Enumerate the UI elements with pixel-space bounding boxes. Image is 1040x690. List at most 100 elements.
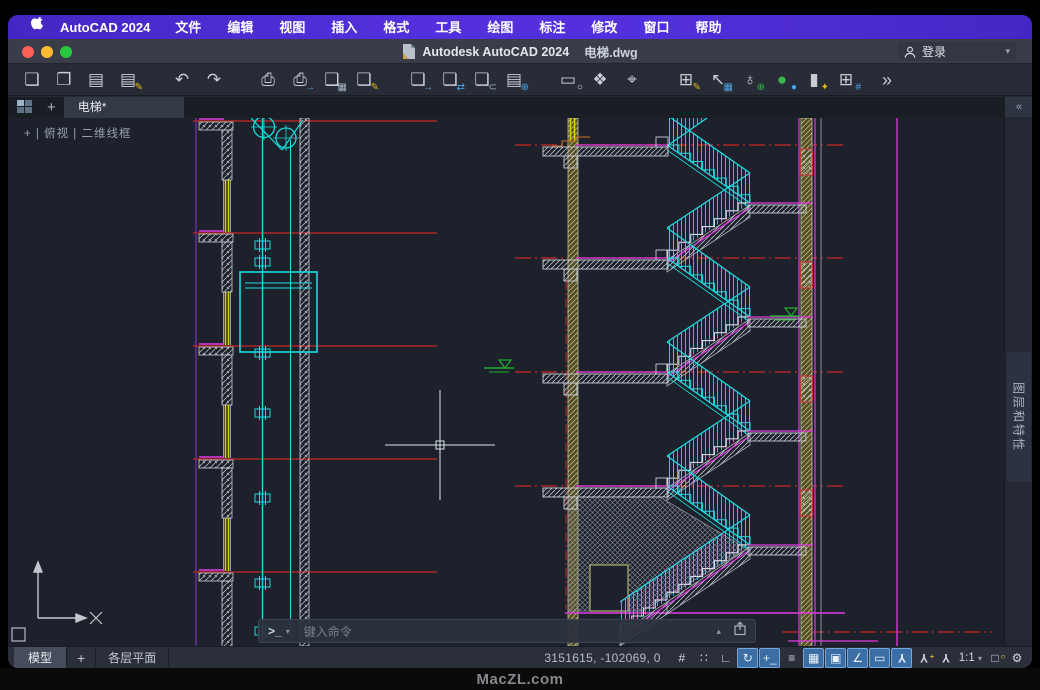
command-input-placeholder[interactable]: 键入命令 bbox=[304, 623, 352, 640]
ucs-icon bbox=[12, 562, 102, 641]
model-space-tab[interactable]: 模型 bbox=[14, 647, 66, 669]
apple-menu-icon[interactable] bbox=[22, 17, 52, 37]
command-line-bar[interactable]: >_ ▾ 键入命令 ▴ bbox=[258, 619, 756, 643]
menu-item-7[interactable]: 标注 bbox=[526, 20, 578, 35]
print-icon[interactable]: ⎙ bbox=[255, 68, 281, 92]
new-file-icon[interactable]: ❏ bbox=[19, 68, 45, 92]
pan-icon[interactable]: ❖ bbox=[587, 68, 613, 92]
redo-icon[interactable]: ↷ bbox=[201, 68, 227, 92]
tab-grid-icon[interactable] bbox=[17, 100, 33, 114]
menu-item-3[interactable]: 插入 bbox=[318, 20, 370, 35]
autocad-window: Autodesk AutoCAD 2024 电梯.dwg 登录 ▾ ❏❒▤▤✎ ↶… bbox=[8, 39, 1032, 668]
menu-item-4[interactable]: 格式 bbox=[370, 20, 422, 35]
window-title: Autodesk AutoCAD 2024 电梯.dwg bbox=[8, 39, 1032, 64]
watermark-text: MacZL.com bbox=[476, 671, 563, 688]
lineweight-button[interactable]: ≡ bbox=[781, 648, 802, 668]
save-as-accent: ✎ bbox=[135, 83, 143, 93]
login-button[interactable]: 登录 ▾ bbox=[898, 42, 1016, 61]
traction-pulley[interactable] bbox=[251, 118, 303, 151]
elevation-marker bbox=[484, 360, 514, 372]
menu-item-2[interactable]: 视图 bbox=[266, 20, 318, 35]
right-panel-strip: « 图层和特性 bbox=[1004, 97, 1032, 646]
title-bar[interactable]: Autodesk AutoCAD 2024 电梯.dwg 登录 ▾ bbox=[8, 39, 1032, 64]
left-elevator-section[interactable] bbox=[193, 118, 437, 646]
attach-icon[interactable]: ❏⊂ bbox=[469, 68, 495, 92]
edit-drawing-icon[interactable]: ❏✎ bbox=[351, 68, 377, 92]
batch-print-icon[interactable]: ⎙→ bbox=[287, 68, 313, 92]
export-icon[interactable]: ❏⇄ bbox=[437, 68, 463, 92]
undo-icon[interactable]: ↶ bbox=[169, 68, 195, 92]
dynamic-input-button[interactable]: +_ bbox=[759, 648, 780, 668]
object-snap-button[interactable]: ▭ bbox=[869, 648, 890, 668]
isolate-objects-button[interactable]: □○ bbox=[985, 648, 1006, 668]
menu-item-10[interactable]: 帮助 bbox=[682, 20, 734, 35]
import-accent: → bbox=[423, 83, 433, 93]
title-app-text: Autodesk AutoCAD 2024 bbox=[422, 45, 569, 59]
selection-cycling-button[interactable]: ▣ bbox=[825, 648, 846, 668]
menu-items: 文件编辑视图插入格式工具绘图标注修改窗口帮助 bbox=[162, 17, 734, 37]
annotation-scale-person-button[interactable]: Y bbox=[935, 648, 956, 668]
right-staircase-section[interactable] bbox=[484, 118, 992, 646]
geolocation-accent: ⊕ bbox=[757, 83, 765, 93]
grid-mode-button[interactable]: # bbox=[671, 648, 692, 668]
scale-caret-icon: ▾ bbox=[978, 654, 982, 663]
menu-item-0[interactable]: 文件 bbox=[162, 20, 214, 35]
copy-clip-icon[interactable]: ❑▦ bbox=[319, 68, 345, 92]
share-icon[interactable] bbox=[733, 621, 747, 641]
quick-select-icon[interactable]: ↖▦ bbox=[705, 68, 731, 92]
shaft-right-wall[interactable] bbox=[300, 118, 309, 646]
status-bar: 模型 + 各层平面 3151615, -102069, 0 #∷∟↻+_≡▦▣∠… bbox=[8, 646, 1032, 668]
quick-select-accent: ▦ bbox=[724, 83, 733, 93]
color-palette-icon[interactable]: ●● bbox=[769, 68, 795, 92]
menu-item-6[interactable]: 绘图 bbox=[474, 20, 526, 35]
edit-drawing-accent: ✎ bbox=[371, 83, 379, 93]
dwg-file-icon bbox=[402, 44, 415, 59]
orbit-icon[interactable]: ⌖ bbox=[619, 68, 645, 92]
new-layout-button[interactable]: + bbox=[66, 647, 96, 669]
save-as-icon[interactable]: ▤✎ bbox=[115, 68, 141, 92]
annotation-autoscale-button[interactable]: Y+ bbox=[913, 648, 934, 668]
drawing-tab-elevator[interactable]: 电梯* bbox=[64, 97, 184, 118]
menu-item-5[interactable]: 工具 bbox=[422, 20, 474, 35]
annotation-visibility-button[interactable]: Y bbox=[891, 648, 912, 668]
properties-palette-accent: ✎ bbox=[693, 83, 701, 93]
panel-collapse-icon[interactable]: « bbox=[1005, 97, 1032, 117]
geolocation-icon[interactable]: ♁⊕ bbox=[737, 68, 763, 92]
save-icon[interactable]: ▤ bbox=[83, 68, 109, 92]
zoom-window-icon[interactable]: ▭○ bbox=[555, 68, 581, 92]
sheet-set-icon[interactable]: ⊞# bbox=[833, 68, 859, 92]
menubar-app-name[interactable]: AutoCAD 2024 bbox=[60, 20, 150, 35]
attach-accent: ⊂ bbox=[489, 83, 497, 93]
menu-item-9[interactable]: 窗口 bbox=[630, 20, 682, 35]
snap-mode-button[interactable]: ∷ bbox=[693, 648, 714, 668]
mac-screen: AutoCAD 2024 文件编辑视图插入格式工具绘图标注修改窗口帮助 Auto… bbox=[8, 15, 1032, 668]
transparency-button[interactable]: ▦ bbox=[803, 648, 824, 668]
drawing-canvas[interactable]: + | 俯视 | 二维线框 >_ ▾ 键入命令 ▴ bbox=[8, 118, 1004, 646]
login-caret-icon[interactable]: ▾ bbox=[1005, 46, 1010, 57]
data-extraction-icon[interactable]: ▮✦ bbox=[801, 68, 827, 92]
file-tab-bar: + 电梯* bbox=[8, 97, 1004, 118]
annotation-scale-control[interactable]: 1:1 ▾ bbox=[959, 652, 982, 664]
layers-properties-panel-tab[interactable]: 图层和特性 bbox=[1007, 352, 1031, 482]
person-icon bbox=[904, 46, 916, 58]
menu-item-1[interactable]: 编辑 bbox=[214, 20, 266, 35]
angle-snap-button[interactable]: ∠ bbox=[847, 648, 868, 668]
layout-tab-floors[interactable]: 各层平面 bbox=[96, 647, 169, 669]
menu-bar: AutoCAD 2024 文件编辑视图插入格式工具绘图标注修改窗口帮助 bbox=[8, 15, 1032, 39]
ortho-mode-button[interactable]: ∟ bbox=[715, 648, 736, 668]
login-label: 登录 bbox=[922, 43, 946, 60]
import-icon[interactable]: ❏→ bbox=[405, 68, 431, 92]
new-drawing-tab-button[interactable]: + bbox=[39, 97, 64, 118]
settings-gear-button[interactable]: ⚙ bbox=[1007, 648, 1028, 668]
command-collapse-icon[interactable]: ▴ bbox=[716, 626, 721, 637]
save-web-icon[interactable]: ▤⊕ bbox=[501, 68, 527, 92]
polar-tracking-button[interactable]: ↻ bbox=[737, 648, 758, 668]
open-file-icon[interactable]: ❒ bbox=[51, 68, 77, 92]
command-dropdown-icon[interactable]: ▾ bbox=[286, 627, 290, 636]
crosshair-cursor[interactable] bbox=[385, 390, 495, 500]
toolbar-overflow-icon[interactable]: » bbox=[882, 70, 892, 91]
menu-item-8[interactable]: 修改 bbox=[578, 20, 630, 35]
properties-palette-icon[interactable]: ⊞✎ bbox=[673, 68, 699, 92]
viewport-controls[interactable]: + | 俯视 | 二维线框 bbox=[24, 125, 131, 141]
command-prompt-icon: >_ bbox=[268, 624, 282, 638]
